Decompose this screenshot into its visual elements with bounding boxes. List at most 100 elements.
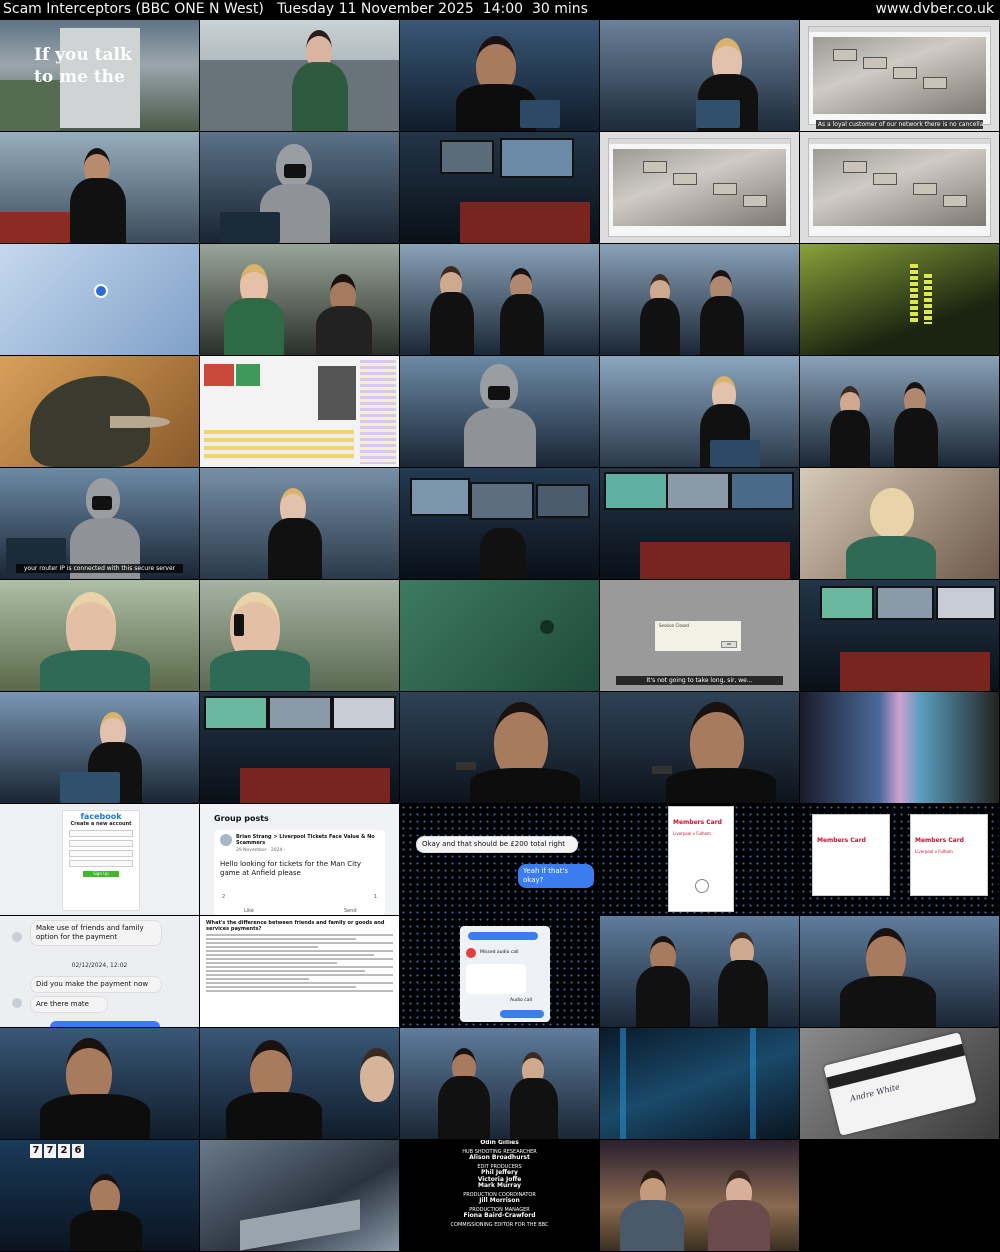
credit-name: Fiona Baird-Crawford [463,1212,536,1219]
thumbnail[interactable] [600,692,799,803]
thumbnail[interactable] [400,244,599,355]
thumbnail[interactable] [200,580,399,691]
face-mask [284,164,306,178]
thumbnail[interactable] [400,132,599,243]
thumbnail[interactable] [200,244,399,355]
thumbnail[interactable] [0,1028,199,1139]
thumbnail[interactable] [200,1140,399,1251]
signup-card: facebook Create a new account Sign Up [62,810,140,911]
thumbnail[interactable] [800,916,999,1027]
thumbnail[interactable]: Group posts Brian Strang > Liverpool Tic… [200,804,399,915]
thumbnail[interactable] [400,692,599,803]
level-meter [924,274,932,324]
black-jacket [316,306,372,355]
thumbnail[interactable] [0,580,199,691]
thumbnail[interactable]: Okay and that should be £200 total right… [400,804,599,915]
thumbnail[interactable]: Odin Gillies HUB SHOOTING RESEARCHER Aliso… [400,1140,599,1251]
wall-screen [500,138,574,178]
thumbnail[interactable] [600,468,799,579]
thumbnail[interactable] [600,1140,799,1251]
thumbnail[interactable] [200,468,399,579]
avatar [12,932,22,942]
thumbnail[interactable] [800,356,999,467]
thumbnail[interactable]: If you talk to me the [0,20,199,131]
thumbnail[interactable]: Session Closed OK It's not going to take… [600,580,799,691]
chat-bubble-incoming: Did you make the payment now [30,976,162,993]
black-shirt [226,1092,322,1139]
thumbnail[interactable] [0,244,199,355]
thumbnail[interactable]: Missed audio call Audio call [400,916,599,1027]
black-shirt [510,1078,558,1139]
mobile-phone [234,614,244,636]
thumbnail[interactable] [400,468,599,579]
laptop [60,772,120,803]
wall-screen [876,586,934,620]
warning-panel [204,364,234,386]
bank-card-back: Andre White [823,1032,977,1136]
thumbnail[interactable] [0,692,199,803]
thumbnail[interactable]: Members Card Liverpool v Fulham [600,804,799,915]
black-shirt [500,294,544,355]
thumbnail[interactable] [800,132,999,243]
thumbnail[interactable] [600,132,799,243]
thumbnail[interactable] [400,1028,599,1139]
thumbnail[interactable] [800,692,999,803]
thumbnail[interactable]: Members Card Members Card Liverpool v Fu… [800,804,999,915]
avatar [220,834,232,846]
thumbnail[interactable] [200,1028,399,1139]
password-field[interactable] [69,850,133,857]
thumbnail[interactable] [800,468,999,579]
chat-bubble-incoming: Okay and that should be £200 total right [416,836,578,853]
thumbnail[interactable]: Make use of friends and family option fo… [0,916,199,1027]
dialog-ok-button[interactable]: OK [721,641,737,648]
thumbnail[interactable]: 7 7 2 6 [0,1140,199,1251]
thumbnail[interactable] [800,580,999,691]
thumbnail[interactable]: facebook Create a new account Sign Up [0,804,199,915]
nfc-icon [695,879,709,893]
article-heading: What's the difference between friends an… [206,920,385,932]
thumbnail[interactable] [600,916,799,1027]
thumbnail[interactable] [0,356,199,467]
thumbnail[interactable]: What's the difference between friends an… [200,916,399,1027]
thumbnail[interactable] [200,692,399,803]
match-label: Liverpool v Fulham [673,831,711,836]
thumbnail[interactable] [600,1028,799,1139]
credit-name: Alison Broadhurst [469,1154,530,1161]
thumbnail[interactable] [800,244,999,355]
desk [240,768,390,803]
thumbnail[interactable] [600,356,799,467]
thumbnail[interactable] [0,132,199,243]
laptop [220,212,280,243]
green-coat [40,650,150,691]
cctv-window [608,138,791,237]
thumbnail[interactable]: Andre White [800,1028,999,1139]
thumbnail[interactable] [200,20,399,131]
thumbnail[interactable] [400,20,599,131]
email-field[interactable] [69,840,133,847]
members-card: Members Card [812,814,890,896]
birthday-field[interactable] [69,860,133,867]
send-button[interactable]: Send [344,908,357,914]
thumbnail[interactable] [600,244,799,355]
thumbnail[interactable] [600,20,799,131]
post-author[interactable]: Brian Strang > Liverpool Tickets Face Va… [236,834,386,846]
chat-bubble-incoming [466,964,526,994]
wall-screen [604,472,668,510]
thumbnail[interactable]: As a loyal customer of our network there… [800,20,999,131]
thumbnail[interactable] [400,580,599,691]
thumbnail[interactable] [200,132,399,243]
members-card-title: Members Card [915,837,964,844]
thumbnail[interactable] [200,356,399,467]
like-button[interactable]: Like [244,908,254,914]
signup-button[interactable]: Sign Up [83,871,119,877]
thumbnail[interactable]: your router IP is connected with this se… [0,468,199,579]
end-credits: Odin Gillies HUB SHOOTING RESEARCHER Aliso… [400,1140,599,1251]
counter-digit: 6 [72,1144,84,1158]
site-link[interactable]: www.dvber.co.uk [875,0,994,19]
name-field[interactable] [69,830,133,837]
members-card-phone: Members Card Liverpool v Fulham [668,806,734,912]
subtitle: your router IP is connected with this se… [15,564,184,573]
thumbnail[interactable] [400,356,599,467]
phone-chat: Missed audio call Audio call [460,926,550,1022]
level-meter [910,264,918,324]
